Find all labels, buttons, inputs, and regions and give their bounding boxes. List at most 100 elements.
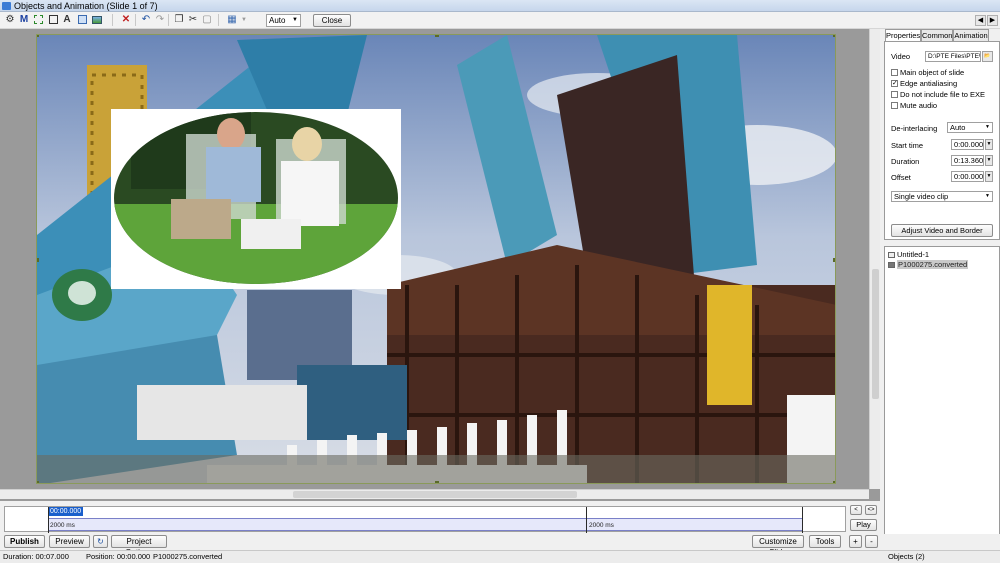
title-bar: Objects and Animation (Slide 1 of 7): [0, 0, 1000, 12]
slide-canvas[interactable]: [36, 34, 836, 484]
resize-handle[interactable]: [833, 258, 835, 262]
play-button[interactable]: Play: [850, 519, 877, 531]
tools-button[interactable]: Tools: [809, 535, 841, 548]
text-a-icon[interactable]: A: [61, 14, 73, 26]
chevron-down-icon: ▼: [985, 193, 990, 199]
tab-animation[interactable]: Animation: [953, 29, 989, 41]
status-duration: Duration: 00:07.000: [3, 552, 69, 561]
window-title: Objects and Animation (Slide 1 of 7): [14, 1, 158, 11]
scroll-thumb[interactable]: [872, 269, 879, 399]
object-label: Untitled-1: [897, 250, 930, 259]
offset-label: Offset: [891, 173, 911, 182]
status-position: Position: 00:00.000: [86, 552, 151, 561]
timeline-marker[interactable]: [802, 507, 803, 533]
tab-common[interactable]: Common: [921, 29, 953, 41]
exclude-exe-checkbox[interactable]: [891, 91, 898, 98]
zoom-select[interactable]: Auto ▼: [266, 14, 301, 27]
start-time-label: Start time: [891, 141, 924, 150]
frame-icon[interactable]: [32, 14, 44, 26]
zoom-out-button[interactable]: -: [865, 535, 878, 548]
text-m-icon[interactable]: M: [18, 14, 30, 26]
toolbar: ⚙ M A ✕ ↶ ↷ ❐ ✂ ▢ ▦ ▼ Auto ▼ Close ◀ ▶: [0, 12, 1000, 29]
exclude-exe-label: Do not include file to EXE: [900, 90, 986, 99]
resize-handle[interactable]: [435, 35, 439, 37]
cut-icon[interactable]: ✂: [187, 14, 199, 26]
toolbar-separator: [135, 14, 136, 26]
deinterlacing-label: De-interlacing: [891, 124, 938, 133]
resize-handle[interactable]: [37, 481, 39, 483]
mute-audio-label: Mute audio: [900, 101, 938, 110]
preview-button[interactable]: Preview: [49, 535, 90, 548]
zoom-value: Auto: [269, 16, 286, 25]
app-icon: [2, 2, 11, 10]
zoom-in-button[interactable]: +: [849, 535, 862, 548]
chevron-down-icon[interactable]: ▼: [238, 14, 250, 26]
scroll-right-icon[interactable]: ▶: [987, 15, 998, 26]
scroll-left-icon[interactable]: ◀: [975, 15, 986, 26]
status-file: P1000275.converted: [153, 552, 223, 561]
rectangle-icon[interactable]: [47, 14, 59, 26]
grid-icon[interactable]: ▦: [226, 14, 238, 26]
mute-audio-checkbox[interactable]: [891, 102, 898, 109]
video-frame: [37, 35, 835, 483]
list-item[interactable]: Untitled-1: [887, 250, 929, 260]
segment-duration: 2000 ms: [50, 522, 75, 529]
resize-handle[interactable]: [833, 481, 835, 483]
resize-handle[interactable]: [435, 481, 439, 483]
main-object-checkbox[interactable]: [891, 69, 898, 76]
select-tool-icon[interactable]: ⚙: [4, 14, 16, 26]
loop-icon[interactable]: ↻: [93, 535, 108, 548]
delete-icon[interactable]: ✕: [120, 14, 132, 26]
timeline-marker[interactable]: [48, 507, 49, 533]
copy-icon[interactable]: ❐: [173, 14, 185, 26]
video-icon: [888, 262, 895, 268]
vertical-scrollbar[interactable]: [869, 29, 880, 489]
box-icon[interactable]: [76, 14, 88, 26]
object-label: P1000275.converted: [897, 260, 969, 269]
resize-handle[interactable]: [833, 35, 835, 37]
customize-slide-button[interactable]: Customize Slide: [752, 535, 804, 557]
toolbar-separator: [168, 14, 169, 26]
timeline: 00:00.000 2000 ms 2000 ms < <> Play: [0, 501, 880, 534]
status-bar: Duration: 00:07.000 Position: 00:00.000 …: [0, 550, 1000, 563]
resize-handle[interactable]: [37, 35, 39, 37]
duration-spinner[interactable]: ▼: [985, 155, 993, 166]
scroll-thumb[interactable]: [293, 491, 577, 498]
edge-antialiasing-checkbox[interactable]: ✓: [891, 80, 898, 87]
timeline-track[interactable]: 00:00.000 2000 ms 2000 ms: [4, 506, 846, 533]
timeline-segment[interactable]: [48, 518, 803, 531]
resize-handle[interactable]: [37, 258, 39, 262]
bottom-bar: Publish Preview ↻ Project Options Custom…: [0, 534, 1000, 557]
deinterlacing-value: Auto: [950, 123, 966, 132]
paste-icon[interactable]: ▢: [201, 14, 213, 26]
list-item[interactable]: P1000275.converted: [887, 260, 969, 270]
timeline-next-button[interactable]: <>: [865, 505, 877, 515]
clip-mode-select[interactable]: Single video clip ▼: [891, 191, 993, 202]
edge-antialiasing-label: Edge antialiasing: [900, 79, 958, 88]
toolbar-separator: [112, 14, 113, 26]
adjust-video-border-button[interactable]: Adjust Video and Border: [891, 224, 993, 237]
duration-field[interactable]: 0:13.360: [951, 155, 984, 166]
clip-mode-value: Single video clip: [894, 192, 949, 201]
start-time-field[interactable]: 0:00.000: [951, 139, 984, 150]
video-path-field[interactable]: D:\PTE Files\PTE\ver: [925, 51, 981, 62]
properties-panel: Properties Common Animation Video D:\PTE…: [884, 29, 1000, 549]
properties-form: Video D:\PTE Files\PTE\ver 📂 Main object…: [884, 41, 1000, 240]
open-file-icon[interactable]: 📂: [982, 51, 993, 62]
objects-list: Untitled-1 P1000275.converted: [884, 246, 1000, 549]
project-options-button[interactable]: Project Options: [111, 535, 167, 557]
image-icon[interactable]: [91, 14, 103, 26]
segment-duration: 2000 ms: [589, 522, 614, 529]
timeline-prev-button[interactable]: <: [850, 505, 862, 515]
start-time-spinner[interactable]: ▼: [985, 139, 993, 150]
deinterlacing-select[interactable]: Auto ▼: [947, 122, 993, 133]
offset-spinner[interactable]: ▼: [985, 171, 993, 182]
offset-field[interactable]: 0:00.000: [951, 171, 984, 182]
publish-button[interactable]: Publish: [4, 535, 45, 548]
timeline-marker[interactable]: [586, 507, 587, 533]
chevron-down-icon: ▼: [292, 17, 298, 23]
horizontal-scrollbar[interactable]: [0, 489, 869, 499]
close-button[interactable]: Close: [313, 14, 351, 27]
redo-icon[interactable]: ↷: [154, 14, 166, 26]
undo-icon[interactable]: ↶: [140, 14, 152, 26]
